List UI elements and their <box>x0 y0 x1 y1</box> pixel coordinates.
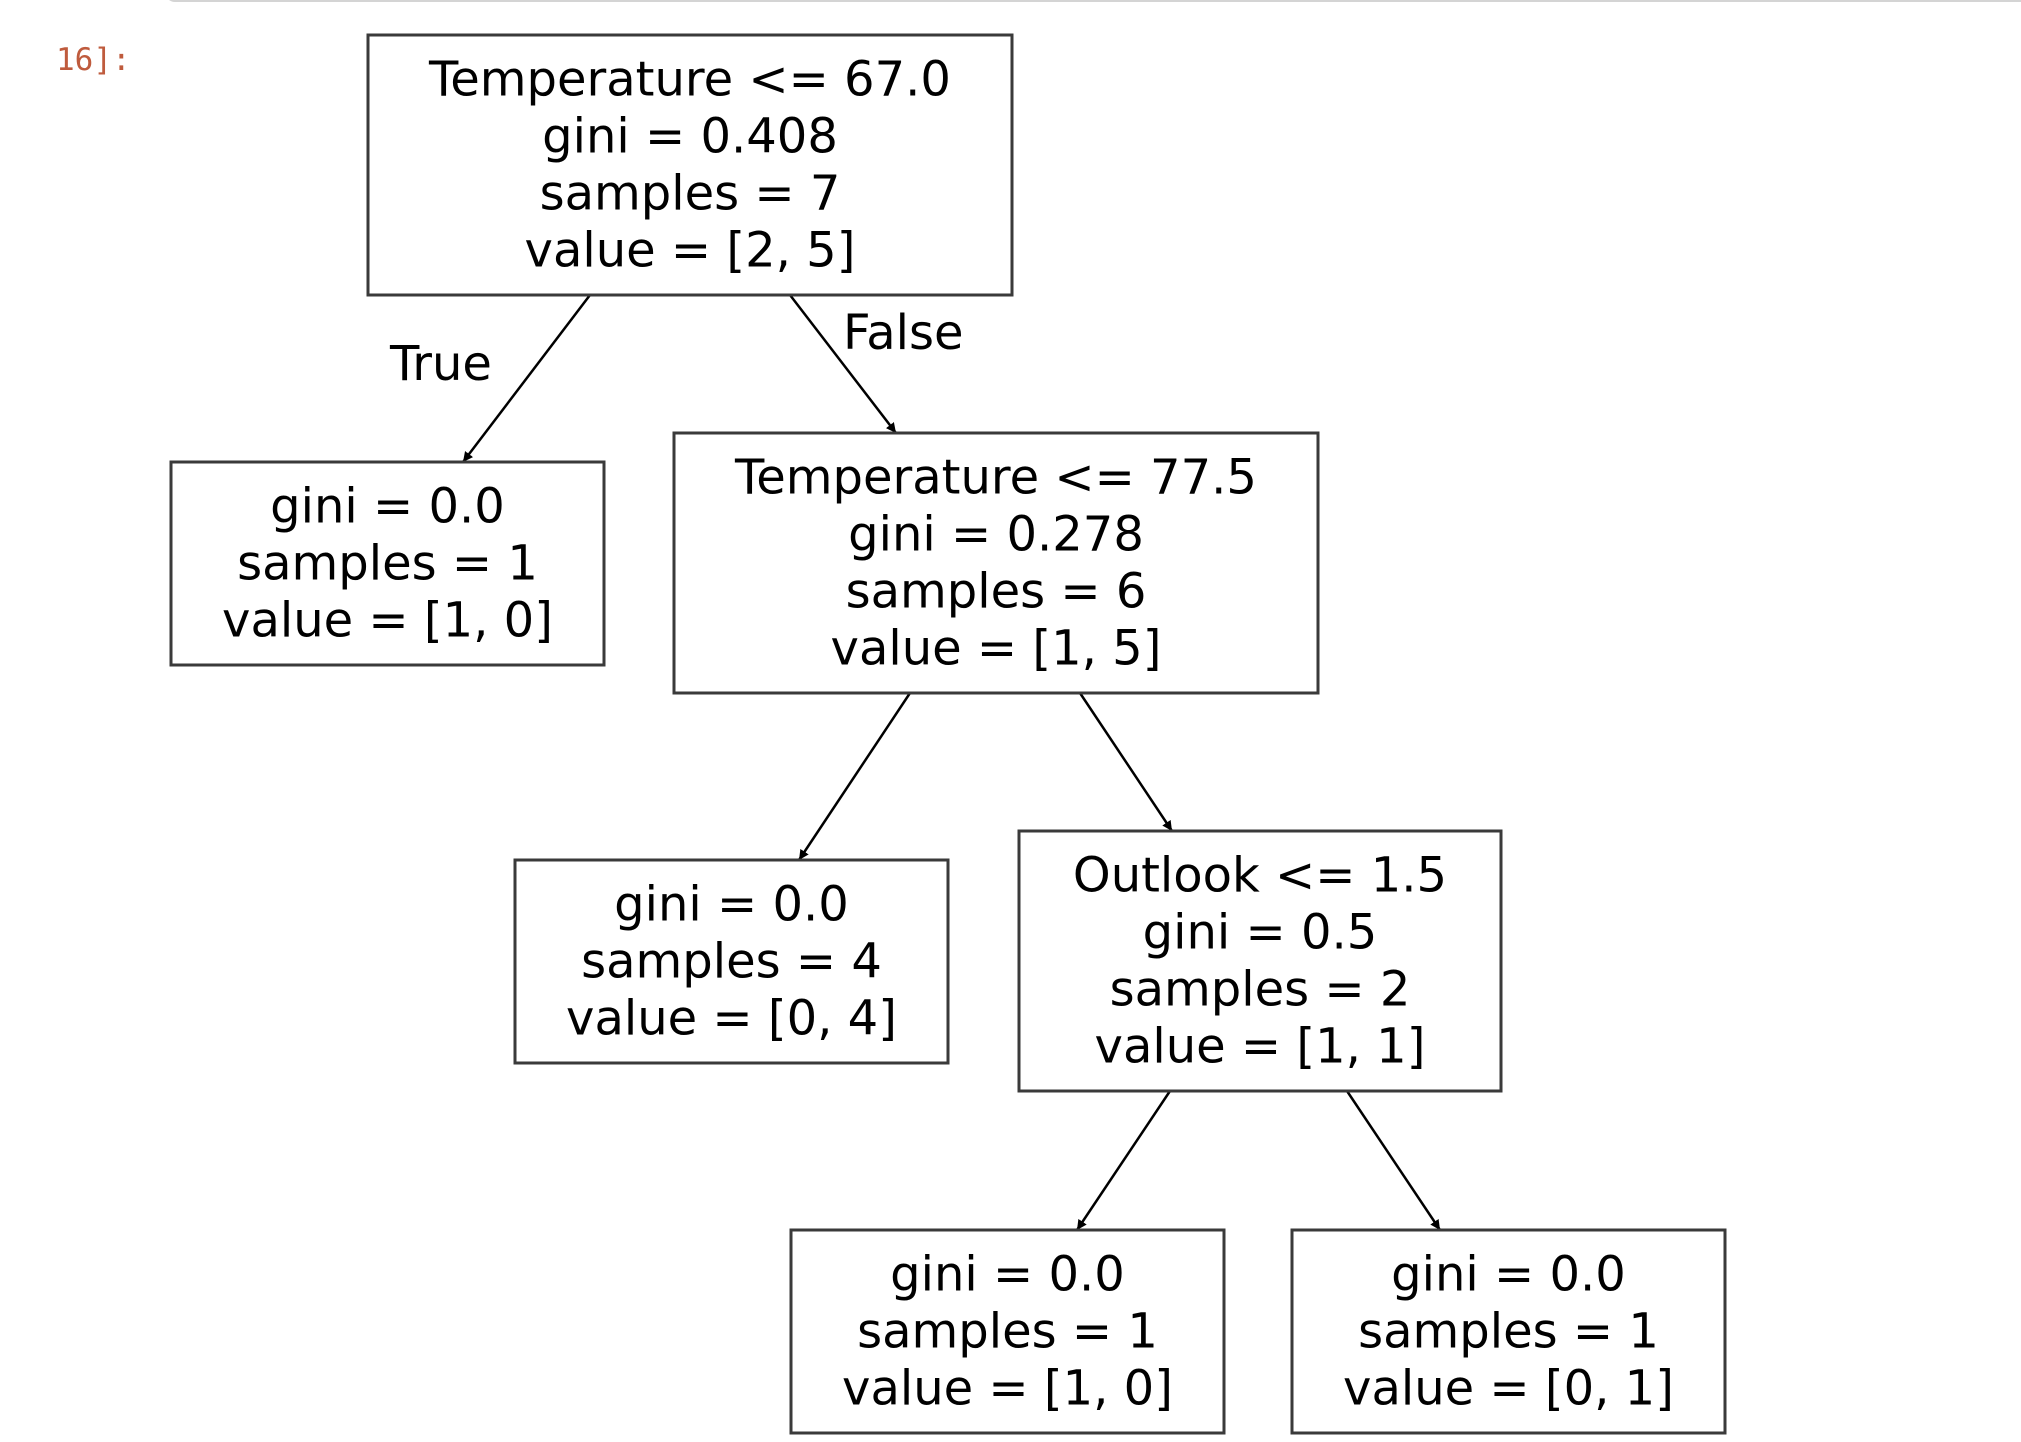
edge-split2-leaf2 <box>797 692 912 861</box>
tree-node-root: Temperature <= 67.0gini = 0.408samples =… <box>366 33 1014 297</box>
edge-label-true: True <box>389 336 492 392</box>
node-line: gini = 0.0 <box>1391 1246 1626 1302</box>
node-line: gini = 0.278 <box>848 506 1144 562</box>
node-line: samples = 2 <box>1110 961 1411 1017</box>
edge-split2-split3 <box>1078 692 1174 832</box>
node-line: Temperature <= 67.0 <box>428 51 951 107</box>
node-line: value = [2, 5] <box>525 222 856 278</box>
nodes-layer: Temperature <= 67.0gini = 0.408samples =… <box>169 33 1727 1435</box>
node-line: Temperature <= 77.5 <box>734 449 1257 505</box>
node-line: value = [1, 1] <box>1095 1018 1426 1074</box>
node-line: value = [1, 0] <box>842 1360 1173 1416</box>
node-line: samples = 6 <box>846 563 1147 619</box>
node-line: gini = 0.0 <box>614 876 849 932</box>
node-line: gini = 0.0 <box>890 1246 1125 1302</box>
tree-node-leaf2: gini = 0.0samples = 4value = [0, 4] <box>513 858 950 1065</box>
edge-label-false: False <box>843 305 964 361</box>
decision-tree: True False Temperature <= 67.0gini = 0.40… <box>169 33 1727 1435</box>
node-line: gini = 0.0 <box>270 478 505 534</box>
tree-node-split2: Temperature <= 77.5gini = 0.278samples =… <box>672 431 1320 695</box>
node-line: value = [1, 0] <box>222 592 553 648</box>
tree-node-split3: Outlook <= 1.5gini = 0.5samples = 2value… <box>1017 829 1503 1093</box>
tree-node-leaf4: gini = 0.0samples = 1value = [0, 1] <box>1290 1228 1727 1435</box>
tree-node-leaf1: gini = 0.0samples = 1value = [1, 0] <box>169 460 606 667</box>
node-line: samples = 4 <box>581 933 882 989</box>
node-line: value = [1, 5] <box>831 620 1162 676</box>
node-line: samples = 1 <box>1358 1303 1659 1359</box>
node-line: samples = 1 <box>857 1303 1158 1359</box>
node-line: value = [0, 1] <box>1343 1360 1674 1416</box>
node-line: gini = 0.408 <box>542 108 838 164</box>
tree-node-leaf3: gini = 0.0samples = 1value = [1, 0] <box>789 1228 1226 1435</box>
node-line: Outlook <= 1.5 <box>1073 847 1447 903</box>
node-line: samples = 7 <box>540 165 841 221</box>
edge-split3-leaf3 <box>1075 1090 1172 1231</box>
node-line: gini = 0.5 <box>1143 904 1378 960</box>
node-line: value = [0, 4] <box>566 990 897 1046</box>
node-line: samples = 1 <box>237 535 538 591</box>
edge-split3-leaf4 <box>1345 1090 1442 1231</box>
